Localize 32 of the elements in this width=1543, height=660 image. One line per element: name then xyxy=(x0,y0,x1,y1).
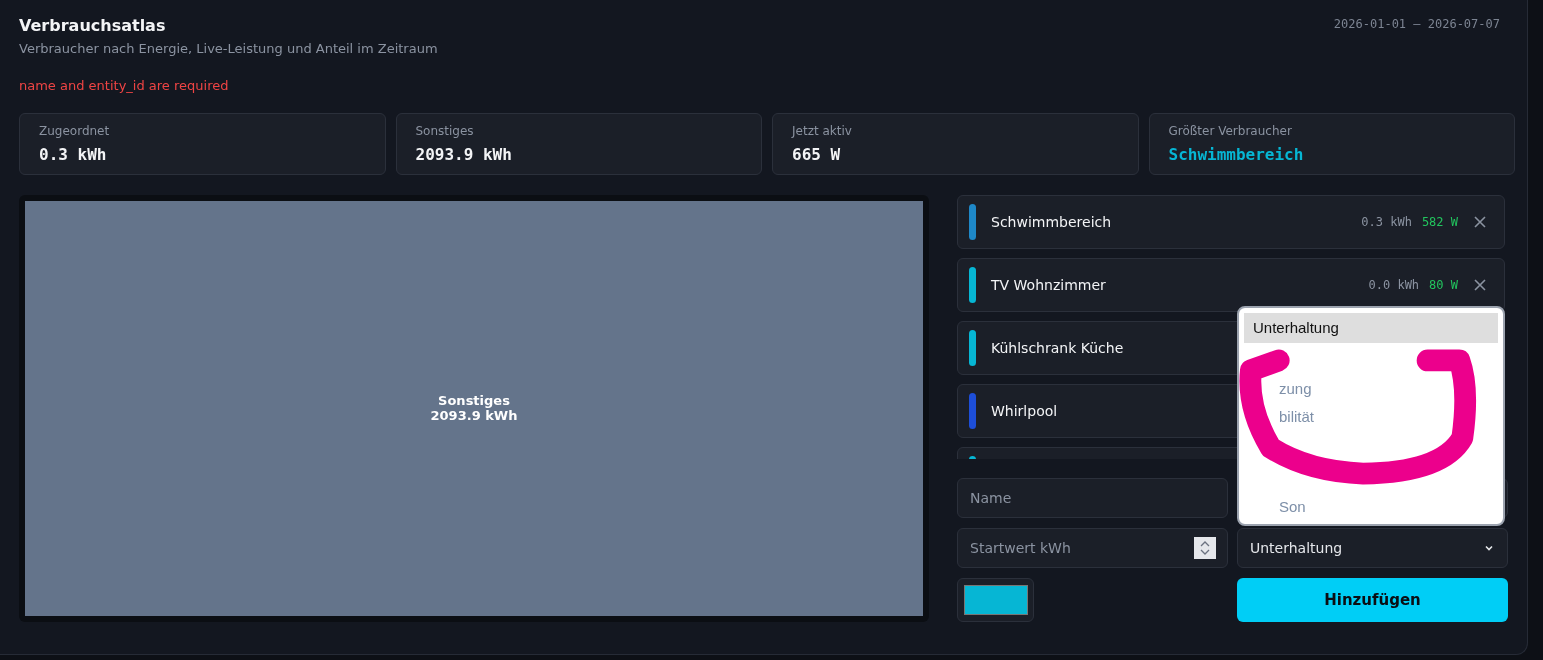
stat-label: Jetzt aktiv xyxy=(792,124,853,138)
stat-label: Sonstiges xyxy=(415,124,475,138)
date-range: 2026-01-01 — 2026-07-07 xyxy=(1333,17,1500,33)
category-select[interactable]: Unterhaltung xyxy=(1237,528,1508,568)
color-picker[interactable] xyxy=(957,578,1034,622)
consumer-energy: 0.3 kWh xyxy=(1361,215,1412,229)
stat-value: 0.3 kWh xyxy=(39,145,108,164)
consumer-name: Schwimmbereich xyxy=(991,214,1112,230)
consumer-name: Whirlpool xyxy=(991,403,1058,419)
consumer-row[interactable]: Schwimmbereich 0.3 kWh 582 W xyxy=(957,195,1505,249)
add-button[interactable]: Hinzufügen xyxy=(1237,578,1508,622)
error-message: name and entity_id are required xyxy=(19,78,230,93)
page-title: Verbrauchsatlas xyxy=(19,16,167,35)
tile-label: Sonstiges 2093.9 kWh xyxy=(430,394,518,423)
stat-value: Schwimmbereich xyxy=(1168,145,1305,164)
name-field[interactable]: Name xyxy=(957,478,1228,518)
page-subtitle: Verbraucher nach Energie, Live-Leistung und Anteil im Zeitraum xyxy=(19,41,438,56)
spinner-icon[interactable] xyxy=(1194,537,1216,559)
consumer-power: 582 W xyxy=(1421,215,1458,229)
stat-value: 665 W xyxy=(792,145,842,164)
start-value-field[interactable]: Startwert kWh xyxy=(957,528,1228,568)
dropdown-option[interactable]: Unterhaltung xyxy=(1244,313,1498,343)
stat-label: Zugeordnet xyxy=(39,124,111,138)
consumer-name: TV Wohnzimmer xyxy=(991,277,1106,293)
close-icon[interactable] xyxy=(1474,216,1486,228)
consumer-energy: 0.0 kWh xyxy=(1368,278,1420,292)
stat-label: Größter Verbraucher xyxy=(1168,124,1293,138)
stat-value: 2093.9 kWh xyxy=(415,145,513,164)
consumer-power: 80 W xyxy=(1429,278,1458,292)
consumer-row[interactable]: TV Wohnzimmer 0.0 kWh 80 W xyxy=(957,258,1505,312)
close-icon[interactable] xyxy=(1474,279,1486,291)
consumer-name: Kühlschrank Küche xyxy=(991,340,1124,356)
